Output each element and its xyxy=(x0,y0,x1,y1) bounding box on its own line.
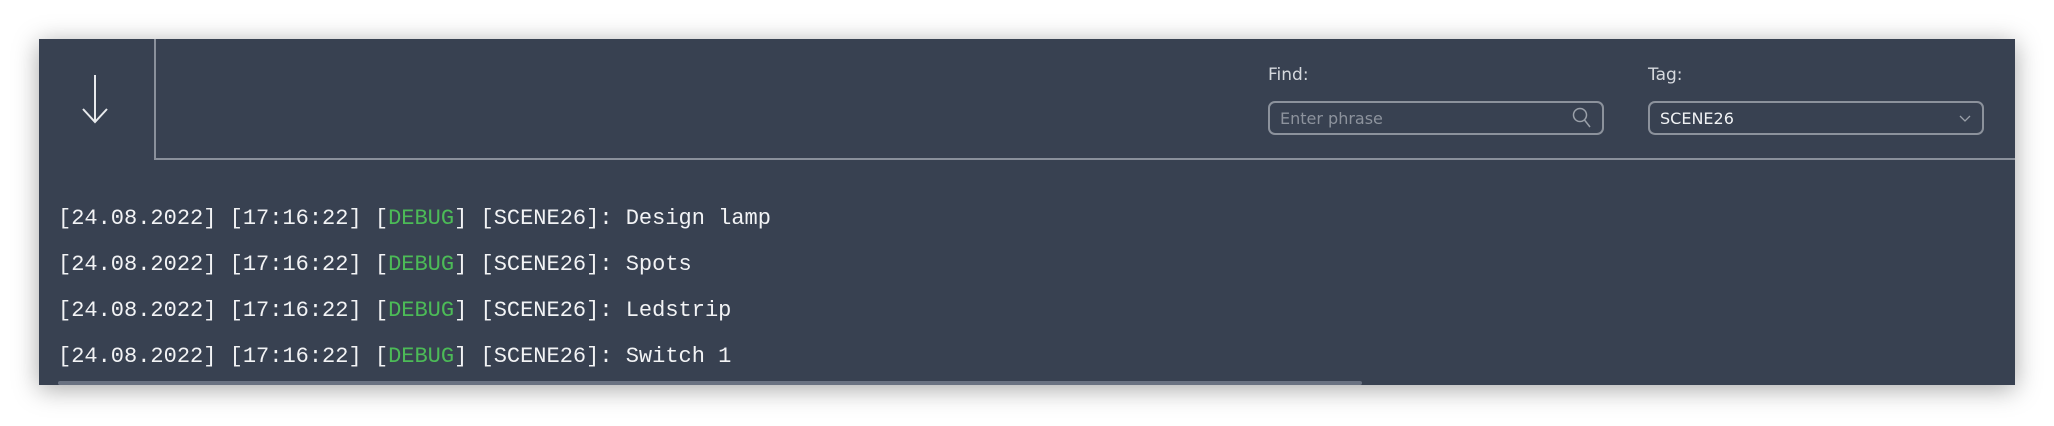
arrow-down-icon xyxy=(82,75,108,124)
log-date: [24.08.2022] xyxy=(58,206,217,231)
find-label: Find: xyxy=(1268,65,1309,85)
log-message: Design lamp xyxy=(625,206,771,231)
log-entry: [24.08.2022] [17:16:22] [DEBUG] [SCENE26… xyxy=(58,252,692,277)
header-divider xyxy=(154,158,2015,160)
log-tag: [SCENE26]: xyxy=(480,298,613,323)
log-tag: [SCENE26]: xyxy=(480,206,613,231)
log-date: [24.08.2022] xyxy=(58,298,217,323)
search-icon xyxy=(1572,107,1591,128)
tag-select-value: SCENE26 xyxy=(1660,108,1734,128)
log-viewer-panel: Find: Tag: SCENE26 [24.08.2022] [17:16:2… xyxy=(39,39,2015,385)
log-entry: [24.08.2022] [17:16:22] [DEBUG] [SCENE26… xyxy=(58,206,771,231)
log-list: [24.08.2022] [17:16:22] [DEBUG] [SCENE26… xyxy=(58,196,771,380)
sidebar-divider xyxy=(154,39,156,160)
log-tag: [SCENE26]: xyxy=(480,344,613,369)
log-message: Switch 1 xyxy=(625,344,732,369)
find-input[interactable] xyxy=(1280,108,1572,128)
log-time: [17:16:22] xyxy=(229,206,362,231)
log-message: Ledstrip xyxy=(625,298,732,323)
chevron-down-icon xyxy=(1959,115,1971,122)
log-time: [17:16:22] xyxy=(229,344,362,369)
log-time: [17:16:22] xyxy=(229,298,362,323)
log-level: DEBUG xyxy=(388,344,455,369)
tag-label: Tag: xyxy=(1648,65,1683,85)
log-level: DEBUG xyxy=(388,206,455,231)
log-level: DEBUG xyxy=(388,252,455,277)
horizontal-scrollbar[interactable] xyxy=(58,381,1362,385)
log-entry: [24.08.2022] [17:16:22] [DEBUG] [SCENE26… xyxy=(58,298,732,323)
tag-select[interactable]: SCENE26 xyxy=(1648,101,1984,135)
scroll-to-bottom-button[interactable] xyxy=(57,69,133,129)
log-date: [24.08.2022] xyxy=(58,252,217,277)
log-time: [17:16:22] xyxy=(229,252,362,277)
log-tag: [SCENE26]: xyxy=(480,252,613,277)
log-date: [24.08.2022] xyxy=(58,344,217,369)
log-message: Spots xyxy=(625,252,692,277)
find-field[interactable] xyxy=(1268,101,1604,135)
log-level: DEBUG xyxy=(388,298,455,323)
log-entry: [24.08.2022] [17:16:22] [DEBUG] [SCENE26… xyxy=(58,344,732,369)
